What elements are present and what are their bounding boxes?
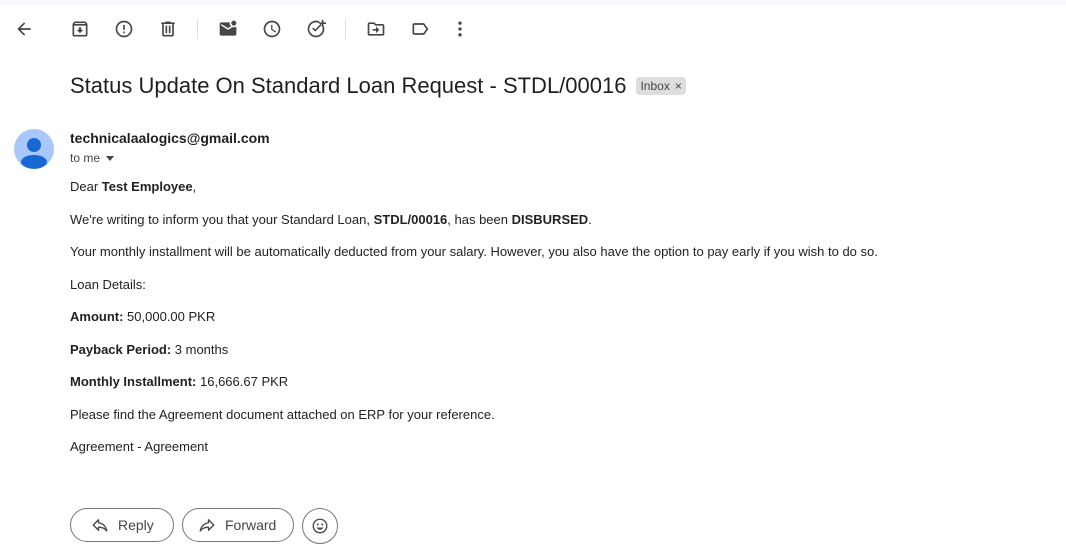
- smiley-icon: [312, 518, 328, 534]
- forward-label: Forward: [225, 517, 277, 533]
- toolbar-divider: [345, 19, 346, 39]
- report-spam-button[interactable]: [104, 9, 144, 49]
- reply-actions: Reply Forward: [70, 508, 338, 544]
- reply-icon: [92, 519, 108, 532]
- mark-unread-icon: [219, 20, 237, 36]
- recipient-text: to me: [70, 151, 101, 165]
- mark-unread-button[interactable]: [208, 9, 248, 49]
- toolbar-divider: [197, 19, 198, 39]
- payback-period-line: Payback Period: 3 months: [70, 342, 229, 357]
- emoji-reaction-button[interactable]: [302, 508, 338, 544]
- label-icon: [412, 23, 429, 35]
- add-to-tasks-button[interactable]: [296, 9, 336, 49]
- remove-label-icon[interactable]: ×: [675, 79, 682, 93]
- add-task-icon: [307, 19, 326, 38]
- body-line-status: We're writing to inform you that your St…: [70, 212, 592, 227]
- avatar[interactable]: [14, 129, 54, 169]
- more-button[interactable]: [440, 9, 480, 49]
- amount-line: Amount: 50,000.00 PKR: [70, 309, 216, 324]
- snooze-icon: [263, 20, 281, 38]
- reply-button[interactable]: Reply: [70, 508, 174, 542]
- forward-icon: [199, 519, 215, 532]
- chevron-down-icon: [106, 155, 115, 161]
- back-button[interactable]: [4, 9, 44, 49]
- top-strip: [0, 0, 1066, 5]
- greeting: Dear Test Employee,: [70, 179, 197, 194]
- archive-button[interactable]: [60, 9, 100, 49]
- subject-row: Status Update On Standard Loan Request -…: [70, 72, 686, 100]
- reply-label: Reply: [118, 517, 154, 533]
- move-to-icon: [367, 22, 385, 36]
- snooze-button[interactable]: [252, 9, 292, 49]
- loan-details-heading: Loan Details:: [70, 277, 146, 292]
- attachment-text: Agreement - Agreement: [70, 439, 209, 454]
- delete-button[interactable]: [148, 9, 188, 49]
- labels-button[interactable]: [400, 9, 440, 49]
- body-line-installment-info: Your monthly installment will be automat…: [70, 244, 878, 259]
- report-spam-icon: [115, 20, 133, 38]
- agreement-note: Please find the Agreement document attac…: [70, 407, 495, 422]
- person-icon: [21, 138, 47, 169]
- monthly-installment-line: Monthly Installment: 16,666.67 PKR: [70, 374, 289, 389]
- email-subject: Status Update On Standard Loan Request -…: [70, 73, 627, 98]
- sender-email[interactable]: technicalaalogics@gmail.com: [70, 130, 270, 146]
- inbox-label-chip[interactable]: Inbox ×: [636, 77, 686, 95]
- message-toolbar: [0, 9, 1066, 49]
- delete-icon: [161, 21, 175, 37]
- recipient-details[interactable]: to me: [70, 151, 115, 165]
- archive-icon: [72, 21, 88, 37]
- more-vert-icon: [458, 21, 462, 37]
- label-chip-text: Inbox: [640, 79, 670, 93]
- move-to-button[interactable]: [356, 9, 396, 49]
- back-arrow-icon: [17, 22, 31, 36]
- forward-button[interactable]: Forward: [182, 508, 294, 542]
